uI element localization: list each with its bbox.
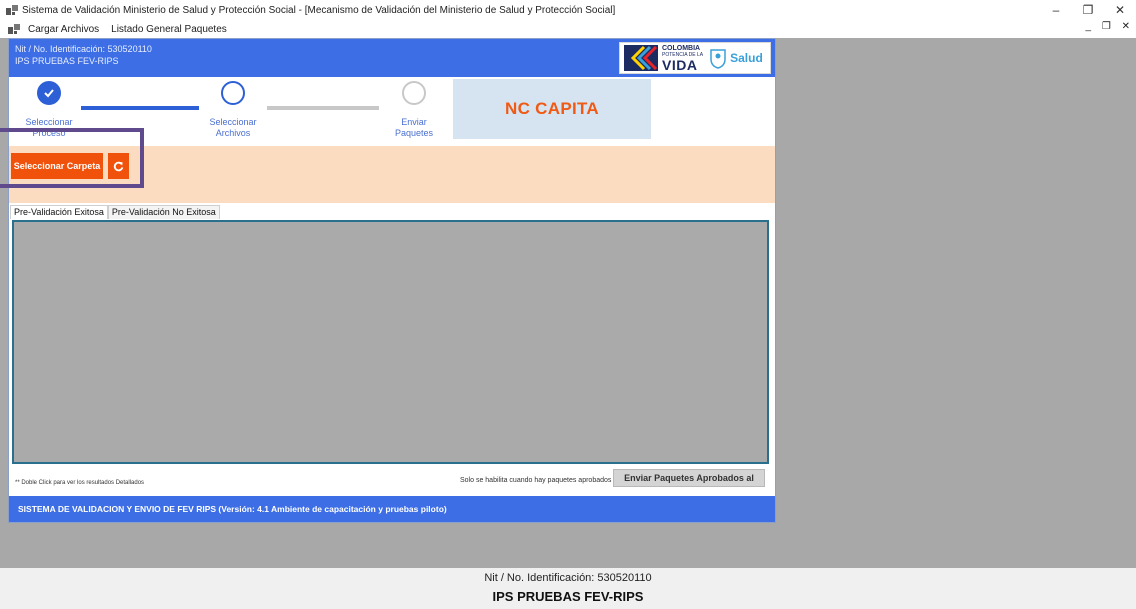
send-approved-packages-button[interactable]: Enviar Paquetes Aprobados al [613, 469, 765, 487]
step-connector-2 [267, 106, 379, 110]
tab-prevalidacion-no-exitosa[interactable]: Pre-Validación No Exitosa [107, 205, 220, 219]
validation-child-window: Nit / No. Identificación: 530520110 IPS … [8, 38, 776, 523]
coat-of-arms-icon [709, 47, 727, 69]
status-ips-name: IPS PRUEBAS FEV-RIPS [492, 589, 644, 604]
mdi-window-controls[interactable]: _ ❐ ✕ [1086, 21, 1134, 32]
close-button[interactable]: ✕ [1104, 0, 1136, 20]
logo-vida-text: VIDA [662, 56, 698, 73]
window-title: Sistema de Validación Ministerio de Salu… [22, 4, 616, 16]
highlight-annotation [0, 128, 144, 188]
window-controls: – ❐ ✕ [1040, 0, 1136, 20]
results-grid[interactable] [12, 220, 769, 464]
maximize-button[interactable]: ❐ [1072, 0, 1104, 20]
step-1-check-icon [37, 81, 61, 105]
version-footer-text: SISTEMA DE VALIDACION Y ENVIO DE FEV RIP… [18, 504, 447, 514]
step-2-circle [221, 81, 245, 105]
chevron-logo-icon [624, 45, 658, 71]
grid-hint-text: ** Doble Click para ver los resultados D… [15, 480, 145, 486]
menu-bar: Cargar Archivos Listado General Paquetes… [0, 20, 1136, 38]
process-type-banner: NC CAPITA [453, 79, 651, 139]
status-nit: Nit / No. Identificación: 530520110 [484, 572, 652, 584]
menu-listado-general-paquetes[interactable]: Listado General Paquetes [111, 24, 227, 35]
window-titlebar: Sistema de Validación Ministerio de Salu… [0, 0, 1136, 20]
status-area: Nit / No. Identificación: 530520110 IPS … [0, 568, 1136, 609]
tab-prevalidacion-exitosa[interactable]: Pre-Validación Exitosa [10, 205, 108, 219]
minimize-button[interactable]: – [1040, 0, 1072, 20]
header-nit: Nit / No. Identificación: 530520110 [15, 44, 152, 54]
process-type-label: NC CAPITA [505, 99, 599, 118]
colombia-potencia-vida-logo: COLOMBIA POTENCIA DE LA VIDA Salud [619, 42, 771, 74]
child-header: Nit / No. Identificación: 530520110 IPS … [9, 39, 775, 77]
mdi-child-icon[interactable] [8, 24, 20, 34]
send-note-text: Solo se habilita cuando hay paquetes apr… [460, 477, 612, 484]
version-footer: SISTEMA DE VALIDACION Y ENVIO DE FEV RIP… [9, 496, 775, 522]
step-2-label[interactable]: Seleccionar Archivos [203, 117, 263, 139]
step-3-circle [402, 81, 426, 105]
header-ips-name: IPS PRUEBAS FEV-RIPS [15, 56, 119, 66]
menu-cargar-archivos[interactable]: Cargar Archivos [28, 24, 99, 35]
logo-salud-text: Salud [730, 51, 763, 65]
step-3-label[interactable]: Enviar Paquetes [384, 117, 444, 139]
step-connector-1 [81, 106, 199, 110]
results-tabs: Pre-Validación Exitosa Pre-Validación No… [10, 205, 220, 219]
logo-colombia-text: COLOMBIA [662, 44, 701, 52]
app-icon [6, 5, 18, 15]
